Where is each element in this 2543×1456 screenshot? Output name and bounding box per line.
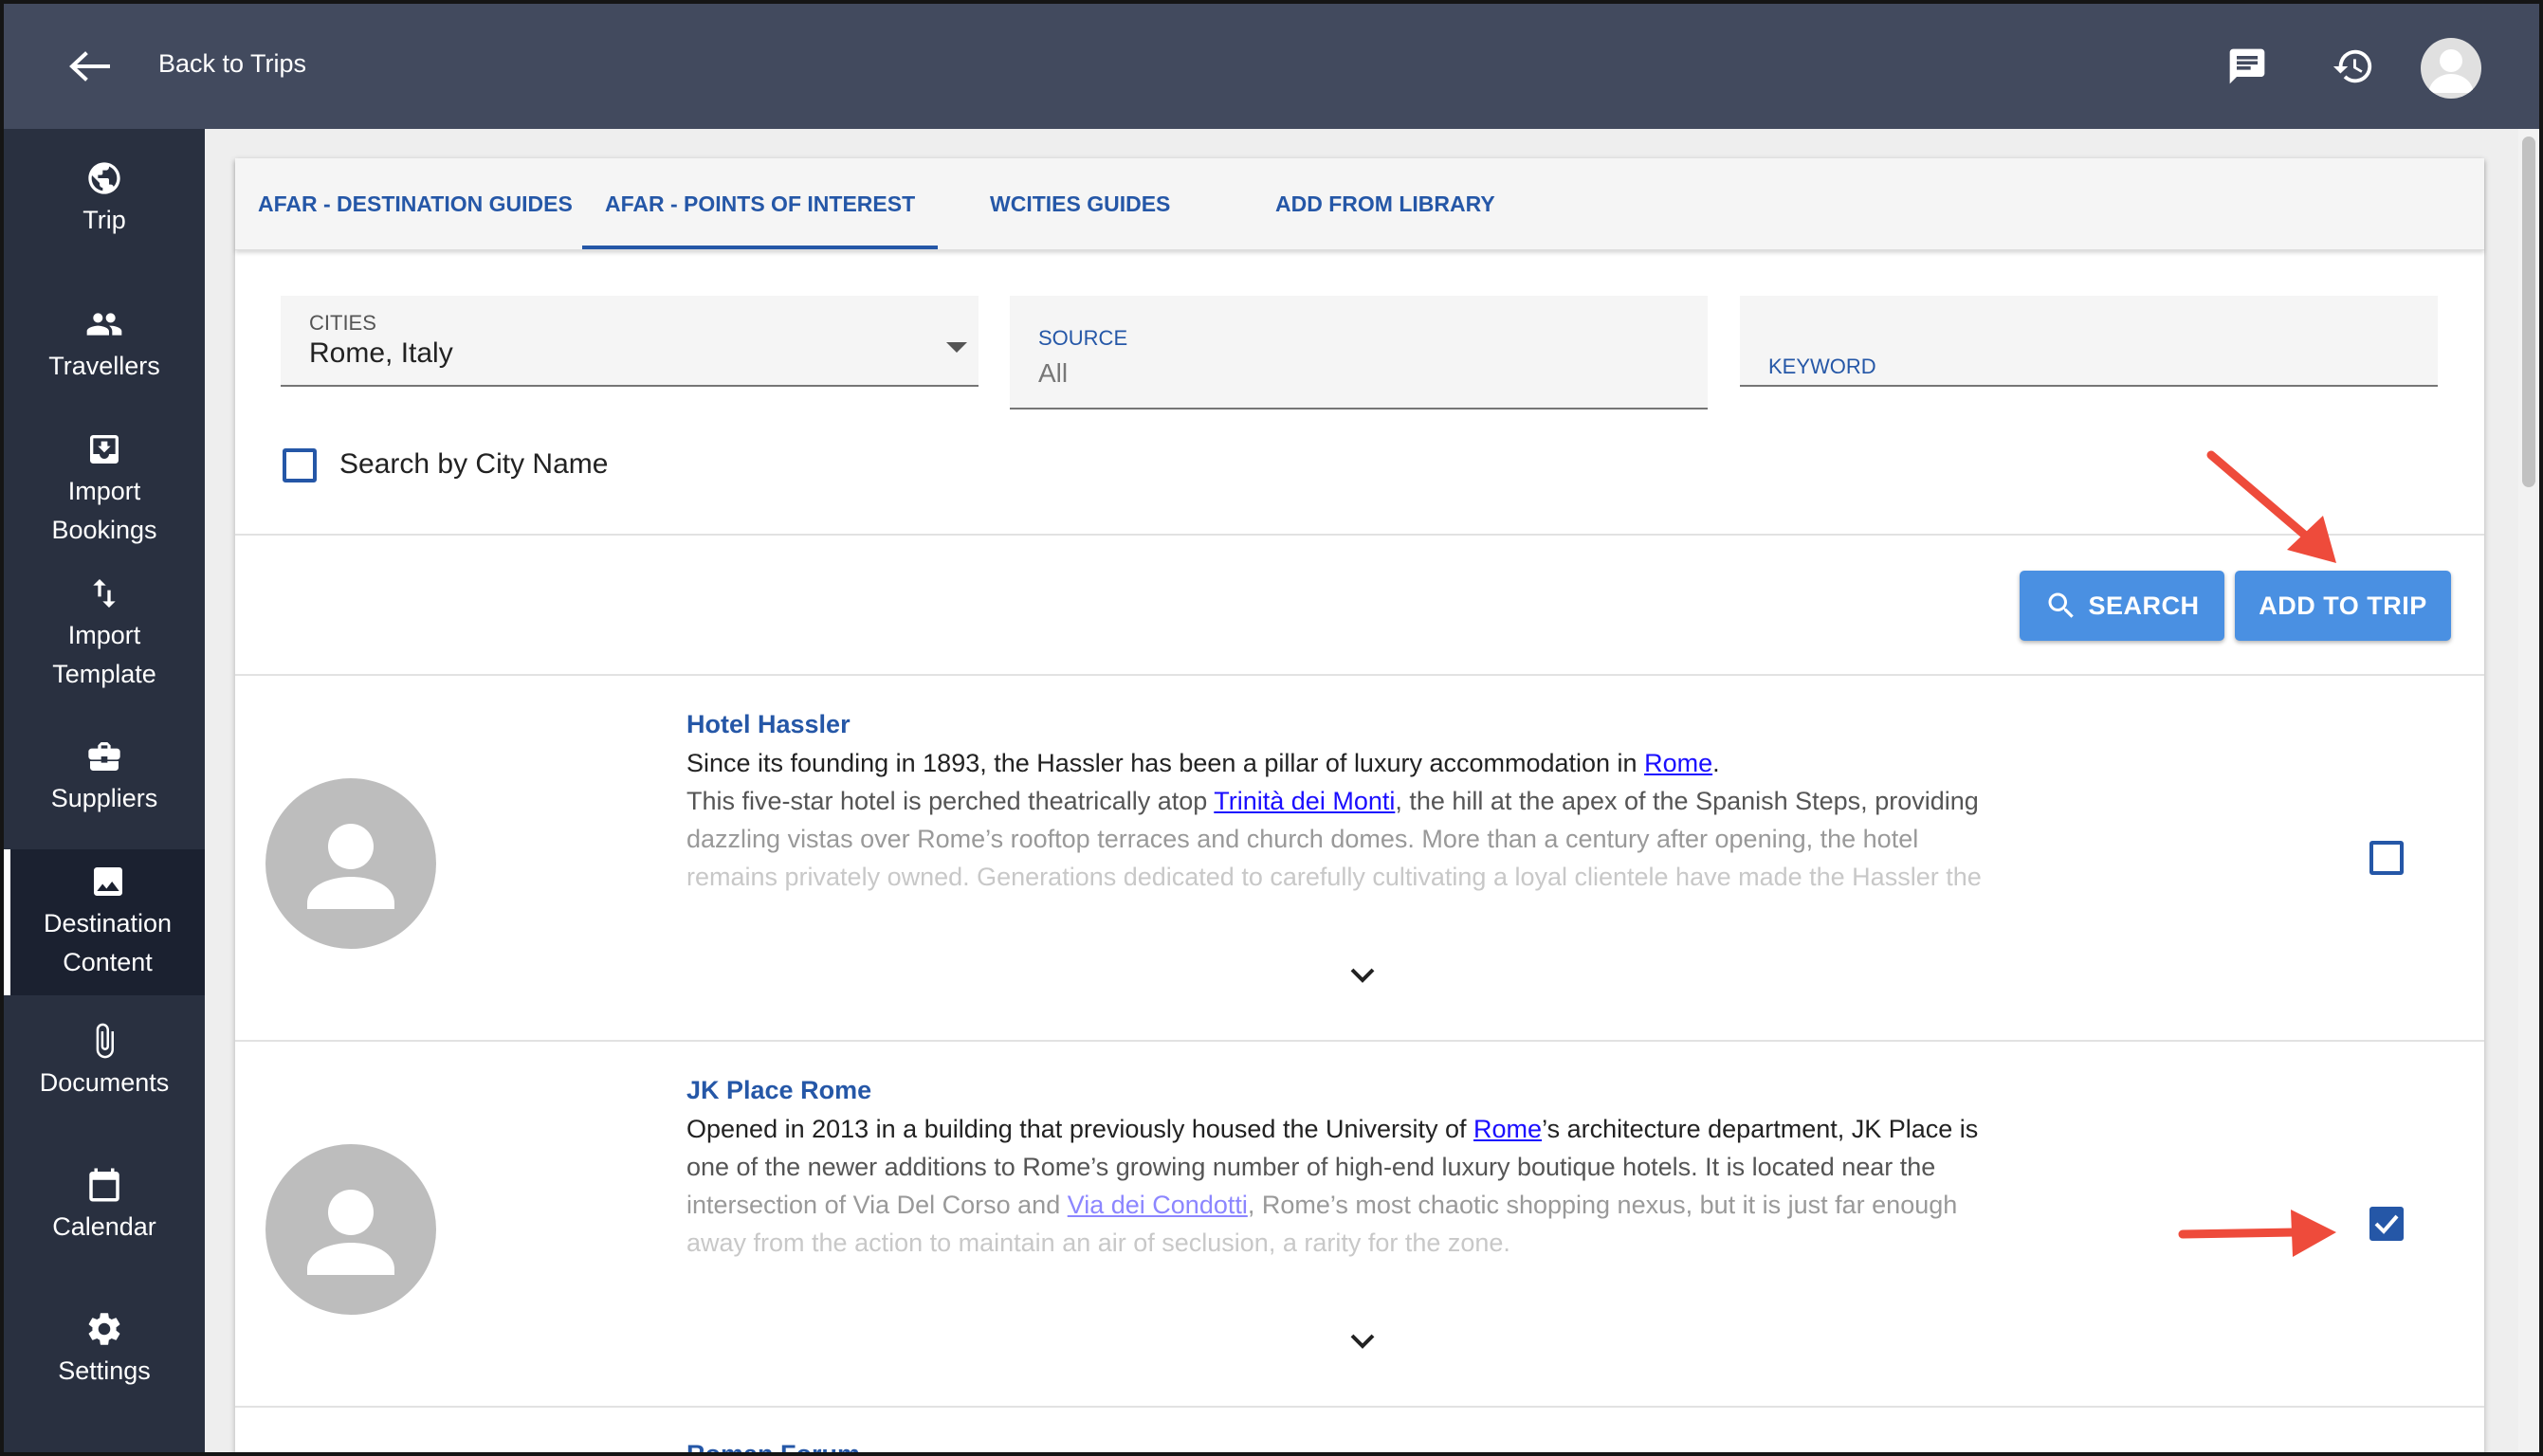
desc-text: remains privately owned. Generations ded… <box>686 863 1982 891</box>
sidebar-item-destination-content[interactable]: Destination Content <box>4 849 205 995</box>
desc-text: ’s architecture department, JK Place is <box>1542 1115 1979 1143</box>
source-label: SOURCE <box>1038 326 1128 350</box>
chat-icon[interactable] <box>2221 40 2274 93</box>
globe-icon <box>85 155 123 201</box>
desc-text: one of the newer additions to Rome’s gro… <box>686 1153 1936 1181</box>
sidebar-item-label: Import Template <box>52 621 156 688</box>
tab-afar-points-of-interest[interactable]: AFAR - POINTS OF INTEREST <box>581 158 939 249</box>
sidebar-item-label: Import Bookings <box>51 477 157 544</box>
add-to-trip-button[interactable]: ADD TO TRIP <box>2235 571 2451 641</box>
back-to-trips-link[interactable]: Back to Trips <box>158 49 306 79</box>
cities-select[interactable]: CITIES Rome, Italy <box>281 296 979 387</box>
source-value: All <box>1038 358 1069 388</box>
result-title[interactable]: Roman Forum <box>686 1440 860 1452</box>
trinita-dei-monti-link[interactable]: Trinità dei Monti <box>1214 787 1395 815</box>
rome-link[interactable]: Rome <box>1473 1115 1542 1143</box>
select-result-checkbox[interactable] <box>2369 841 2404 875</box>
search-icon <box>2044 589 2078 623</box>
checkmark-icon <box>2374 1213 2399 1234</box>
desc-text: , Rome’s most chaotic shopping nexus, bu… <box>1247 1191 1958 1219</box>
desc-text: This five-star hotel is perched theatric… <box>686 787 1215 815</box>
top-bar: Back to Trips <box>4 4 2539 129</box>
sidebar-item-label: Destination Content <box>43 909 173 976</box>
desc-text: intersection of Via Del Corso and <box>686 1191 1068 1219</box>
via-dei-condotti-link[interactable]: Via dei Condotti <box>1068 1191 1248 1219</box>
annotation-arrow-icon <box>2175 1198 2346 1271</box>
search-button-label: SEARCH <box>2088 591 2200 620</box>
search-by-city-checkbox[interactable] <box>283 448 317 482</box>
keyword-input[interactable]: KEYWORD <box>1740 296 2438 387</box>
cities-value: Rome, Italy <box>309 337 453 369</box>
sidebar-item-label: Trip <box>82 206 126 234</box>
sidebar-item-import-template[interactable]: Import Template <box>4 571 205 694</box>
import-icon <box>85 427 123 472</box>
desc-text: Since its founding in 1893, the Hassler … <box>686 749 1645 777</box>
scrollbar-thumb[interactable] <box>2522 136 2535 487</box>
tab-wcities-guides[interactable]: WCITIES GUIDES <box>990 158 1170 249</box>
tab-afar-destination-guides[interactable]: AFAR - DESTINATION GUIDES <box>258 158 573 249</box>
annotation-arrow-icon <box>2204 447 2346 575</box>
sidebar-item-label: Documents <box>39 1068 170 1097</box>
desc-text: Opened in 2013 in a building that previo… <box>686 1115 1474 1143</box>
sidebar-item-label: Suppliers <box>50 784 158 812</box>
result-item: JK Place Rome Opened in 2013 in a buildi… <box>235 1042 2484 1406</box>
swap-vertical-icon <box>85 571 123 616</box>
image-icon <box>89 859 127 904</box>
rome-link[interactable]: Rome <box>1644 749 1712 777</box>
result-item: Hotel Hassler Since its founding in 1893… <box>235 676 2484 1040</box>
chevron-down-icon[interactable] <box>1344 1322 1381 1360</box>
result-description: Since its founding in 1893, the Hassler … <box>686 744 2054 896</box>
select-result-checkbox[interactable] <box>2369 1207 2404 1241</box>
sidebar-item-trip[interactable]: Trip <box>4 155 205 240</box>
gear-icon <box>84 1306 124 1352</box>
result-avatar <box>265 1144 436 1315</box>
result-title[interactable]: Hotel Hassler <box>686 710 851 739</box>
result-description: Opened in 2013 in a building that previo… <box>686 1110 2054 1262</box>
sidebar: Trip Travellers Import Bookings Import T… <box>4 129 205 1452</box>
result-title[interactable]: JK Place Rome <box>686 1076 871 1105</box>
result-item: Roman Forum <box>686 1440 860 1452</box>
paperclip-icon <box>85 1018 123 1064</box>
search-button[interactable]: SEARCH <box>2020 571 2224 641</box>
tab-bar: AFAR - DESTINATION GUIDES AFAR - POINTS … <box>235 158 2484 250</box>
calendar-icon <box>84 1162 124 1208</box>
sidebar-item-calendar[interactable]: Calendar <box>4 1162 205 1247</box>
result-avatar <box>265 778 436 949</box>
source-select[interactable]: SOURCE All <box>1010 296 1708 410</box>
sidebar-item-label: Settings <box>58 1356 151 1385</box>
sidebar-item-label: Calendar <box>52 1212 156 1241</box>
sidebar-item-settings[interactable]: Settings <box>4 1306 205 1391</box>
cities-label: CITIES <box>309 311 376 335</box>
tab-add-from-library[interactable]: ADD FROM LIBRARY <box>1275 158 1495 249</box>
user-avatar[interactable] <box>2421 38 2481 99</box>
history-icon[interactable] <box>2327 40 2380 93</box>
people-icon <box>82 301 126 347</box>
divider <box>235 1406 2484 1408</box>
search-by-city-label: Search by City Name <box>339 448 609 480</box>
desc-text: dazzling vistas over Rome’s rooftop terr… <box>686 825 1919 853</box>
divider <box>235 534 2484 536</box>
chevron-down-icon[interactable] <box>1344 956 1381 994</box>
briefcase-icon <box>84 734 124 779</box>
sidebar-item-import-bookings[interactable]: Import Bookings <box>4 427 205 550</box>
desc-text: , the hill at the apex of the Spanish St… <box>1395 787 1979 815</box>
sidebar-item-suppliers[interactable]: Suppliers <box>4 734 205 818</box>
dropdown-arrow-icon <box>946 341 967 358</box>
desc-text: away from the action to maintain an air … <box>686 1228 1510 1257</box>
app-frame: Back to Trips Trip Travellers Import Boo… <box>0 0 2543 1456</box>
back-arrow-icon[interactable] <box>61 42 118 91</box>
keyword-label: KEYWORD <box>1768 355 1876 378</box>
sidebar-item-label: Travellers <box>48 352 160 380</box>
desc-text: . <box>1712 749 1720 777</box>
sidebar-item-documents[interactable]: Documents <box>4 1018 205 1102</box>
content-card: AFAR - DESTINATION GUIDES AFAR - POINTS … <box>235 158 2484 1452</box>
sidebar-item-travellers[interactable]: Travellers <box>4 301 205 386</box>
